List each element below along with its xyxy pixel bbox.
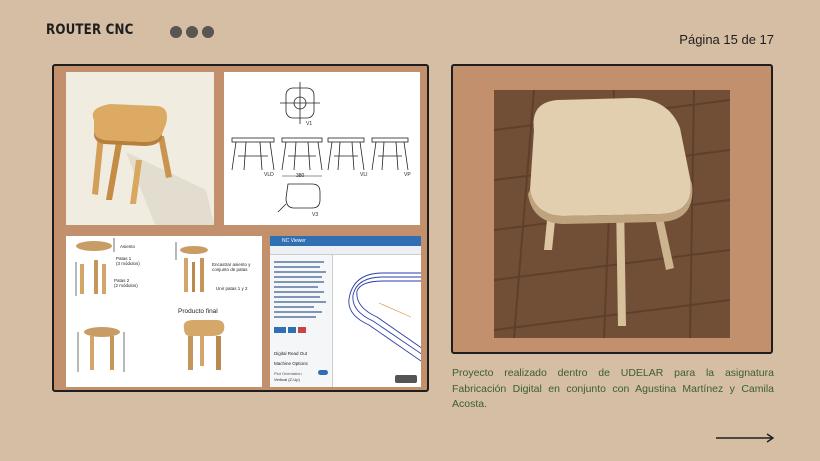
section-machine-options[interactable]: Machine Options [274, 361, 308, 366]
arrow-right-icon[interactable] [716, 432, 776, 444]
label-patas-2: Patas 2 (2 módulos) [114, 278, 138, 288]
page-title: ROUTER CNC [46, 22, 134, 38]
window-dots [170, 26, 214, 38]
toggle-switch[interactable] [318, 370, 328, 375]
dot-icon [186, 26, 198, 38]
project-caption: Proyecto realizado dentro de UDELAR para… [452, 367, 774, 410]
nc-viewer-titlebar: NC Viewer [270, 236, 421, 246]
label-encastrar: Encastrar asiento y conjunto de patas [212, 262, 251, 272]
dot-icon [202, 26, 214, 38]
label-dimension: 380 [296, 173, 305, 179]
stool-render-image [66, 72, 214, 225]
plot-orientation-select[interactable]: Vertical (Z-Up) [274, 377, 300, 382]
label-producto-final: Producto final [178, 308, 218, 315]
plot-orientation-label: Plot Orientation [274, 371, 302, 376]
nc-viewer-toolbar [270, 246, 421, 255]
label-patas-1: Patas 1 (3 módulos) [116, 256, 140, 266]
label-vld: VLD [264, 172, 274, 178]
label-v1: V1 [306, 121, 313, 127]
dot-icon [170, 26, 182, 38]
label-vli: VLI [360, 172, 368, 178]
label-unir-patas: Unir patas 1 y 2 [216, 286, 248, 291]
collage-panel: V1 380 VLD VLI VP V3 Asiento Patas 1 (3 … [52, 64, 429, 392]
photo-panel [451, 64, 773, 354]
stool-photo [494, 90, 730, 338]
page-number: Página 15 de 17 [679, 32, 774, 47]
technical-drawing: V1 380 VLD VLI VP V3 [224, 72, 420, 225]
nc-viewer-screenshot: NC Viewer Digital Read Out Machine Optio… [270, 236, 421, 387]
label-vp: VP [404, 172, 411, 178]
assembly-steps-image: Asiento Patas 1 (3 módulos) Patas 2 (2 m… [66, 236, 262, 387]
label-v3: V3 [312, 212, 319, 218]
nc-viewer-sidebar: Digital Read Out Machine Options Plot Or… [270, 255, 333, 387]
label-asiento: Asiento [120, 244, 136, 249]
section-digital-read-out[interactable]: Digital Read Out [274, 351, 307, 356]
playback-controls[interactable] [395, 375, 417, 383]
